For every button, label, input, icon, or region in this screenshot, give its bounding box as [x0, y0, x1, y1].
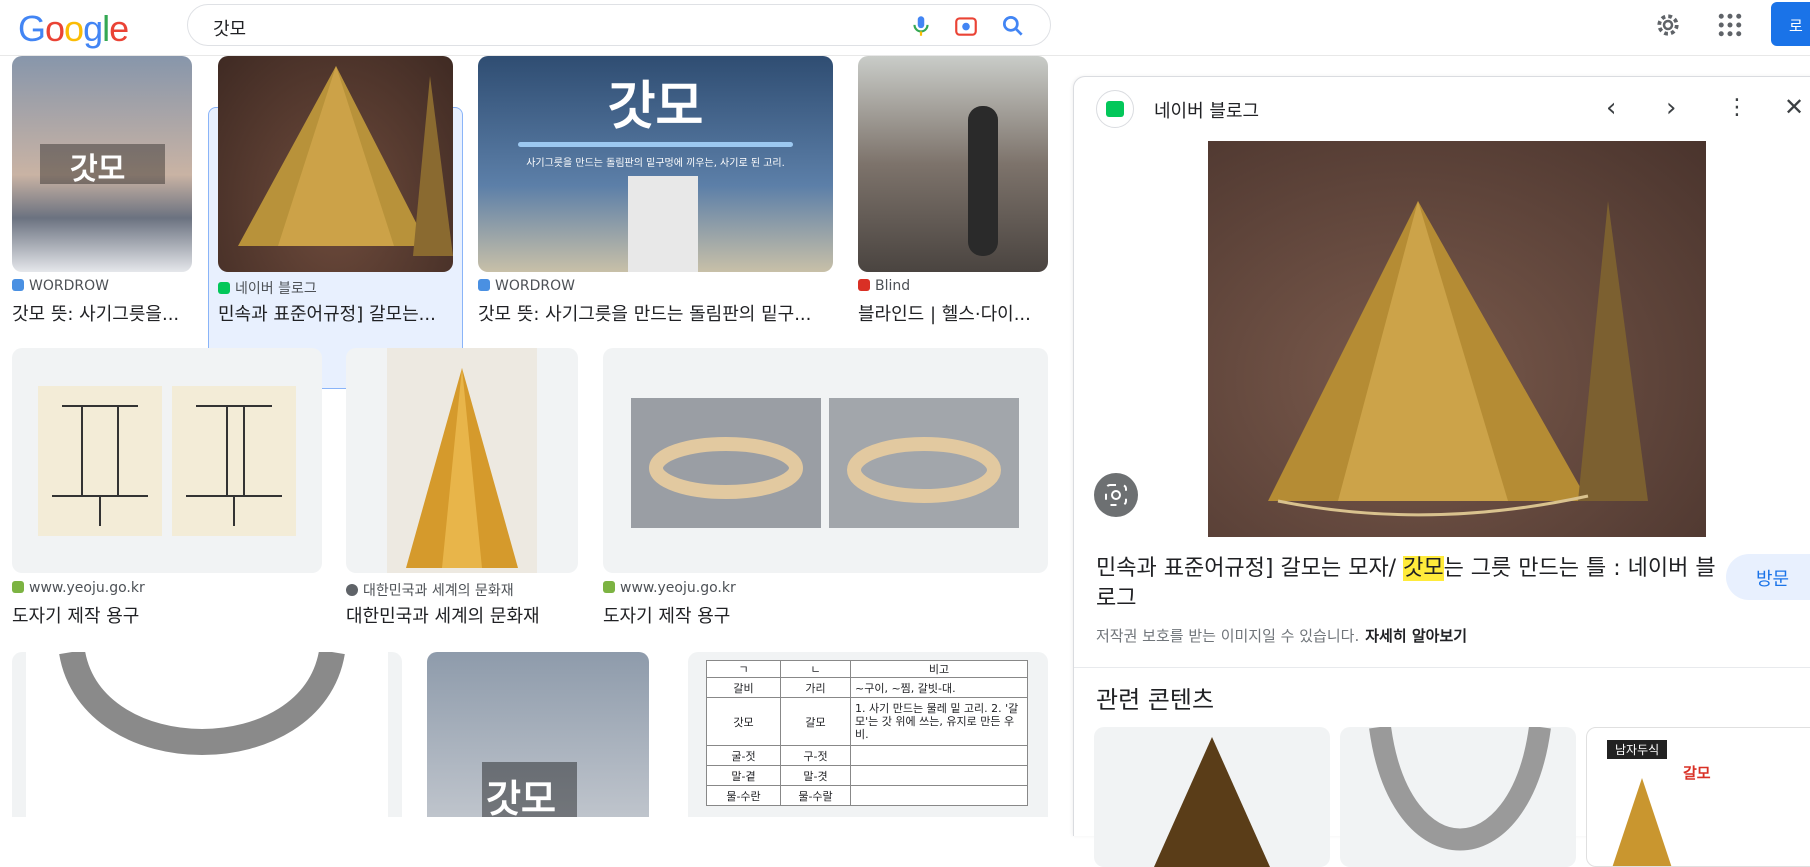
result-image[interactable]: 갓모 사기그릇을 만드는 돌림판의 밑구멍에 끼우는, 사기로 된 고리.	[478, 56, 833, 272]
related-item[interactable]	[1094, 727, 1330, 867]
title-text: 민속과 표준어규정] 갈모는 모자/	[1096, 556, 1404, 581]
close-icon[interactable]: ✕	[1784, 93, 1804, 121]
result-source: WORDROW	[29, 278, 109, 294]
result-title[interactable]: 민속과 표준어규정] 갈모는...	[218, 300, 450, 326]
wordrow-favicon-icon	[12, 279, 24, 291]
hat-image-graphic	[1154, 737, 1270, 867]
result-source: WORDROW	[495, 278, 575, 294]
yeoju-favicon-icon	[12, 581, 24, 593]
panel-title[interactable]: 민속과 표준어규정] 갈모는 모자/ 갓모는 그릇 만드는 틀 : 네이버 블로…	[1096, 554, 1716, 614]
yeoju-favicon-icon	[603, 581, 615, 593]
metal-ring-sketch	[1369, 727, 1551, 851]
person-figure-graphic	[968, 106, 998, 256]
gear-icon[interactable]	[1653, 10, 1683, 40]
result-source: www.yeoju.go.kr	[29, 580, 145, 596]
image-divider	[518, 142, 793, 147]
result-image[interactable]: 갓모	[12, 56, 192, 272]
result-image[interactable]	[346, 348, 578, 573]
result-image[interactable]: ㄱㄴ 비고 갈비 가리 ~구이, ~찜, 갈빗-대. 갓모 갈모 1. 사기 만드는 물레…	[688, 652, 1048, 817]
result-title[interactable]: 갓모 뜻: 사기그릇을...	[12, 300, 192, 326]
camera-lens-icon[interactable]	[953, 13, 979, 39]
more-options-icon[interactable]: ⋮	[1726, 95, 1748, 120]
naver-favicon-icon	[218, 282, 230, 294]
image-results-grid: 갓모 WORDROW 갓모 뜻: 사기그릇을... 네이버 블로그 민속과 표준…	[0, 56, 1060, 817]
pottery-tool-drawing	[38, 386, 296, 536]
image-caption: 사기그릇을 만드는 돌림판의 밑구멍에 끼우는, 사기로 된 고리.	[526, 158, 785, 169]
divider	[1074, 667, 1810, 668]
visit-button[interactable]: 방문	[1726, 554, 1810, 600]
globe-icon	[346, 584, 358, 596]
related-item-title: 갈모	[1683, 764, 1711, 782]
result-title[interactable]: 도자기 제작 용구	[603, 602, 903, 628]
chevron-left-icon[interactable]: ‹	[1606, 93, 1616, 123]
google-logo[interactable]: Google	[18, 8, 129, 50]
image-overlay-text: 갓모	[482, 762, 577, 817]
result-title[interactable]: 블라인드 | 헬스·다이...	[858, 300, 1048, 326]
preview-image[interactable]	[1208, 141, 1706, 537]
related-item[interactable]	[1340, 727, 1576, 867]
result-source: 대한민국과 세계의 문화재	[363, 583, 514, 599]
ceramic-ring-photo	[631, 398, 1019, 528]
result-image[interactable]	[858, 56, 1048, 272]
panel-site-name[interactable]: 네이버 블로그	[1154, 97, 1259, 123]
blind-favicon-icon	[858, 279, 870, 291]
result-title[interactable]: 대한민국과 세계의 문화재	[346, 602, 578, 628]
hat-image-graphic	[238, 66, 453, 256]
result-image[interactable]: 갓모	[427, 652, 649, 817]
result-source: www.yeoju.go.kr	[620, 580, 736, 596]
learn-more-link[interactable]: 자세히 알아보기	[1365, 627, 1467, 645]
search-icon[interactable]	[1000, 13, 1026, 39]
copyright-text: 저작권 보호를 받는 이미지일 수 있습니다.	[1096, 627, 1360, 645]
lens-search-icon[interactable]	[1094, 473, 1138, 517]
title-highlight: 갓모	[1403, 556, 1444, 581]
result-image[interactable]	[603, 348, 1048, 573]
result-image[interactable]	[218, 56, 453, 272]
related-item[interactable]: 남자두식 갈모	[1586, 727, 1810, 867]
result-title[interactable]: 도자기 제작 용구	[12, 602, 312, 628]
word-comparison-table: ㄱㄴ 비고 갈비 가리 ~구이, ~찜, 갈빗-대. 갓모 갈모 1. 사기 만드는 물레…	[706, 660, 1028, 806]
image-overlay-text: 갓모	[40, 144, 165, 187]
windmill-graphic	[628, 176, 698, 272]
image-overlay-text: 갓모	[607, 77, 704, 137]
search-box[interactable]: 갓모	[187, 4, 1051, 46]
search-input[interactable]: 갓모	[213, 15, 246, 41]
result-title[interactable]: 갓모 뜻: 사기그릇을 만드는 돌림판의 밑구...	[478, 300, 833, 326]
apps-grid-icon[interactable]	[1715, 10, 1745, 40]
result-image[interactable]	[12, 652, 402, 817]
metal-ring-sketch	[26, 652, 388, 817]
microphone-icon[interactable]	[908, 13, 934, 39]
result-source: 네이버 블로그	[235, 281, 317, 297]
top-bar: Google 갓모 로	[0, 0, 1810, 56]
naver-blog-favicon-icon	[1096, 90, 1134, 128]
wordrow-favicon-icon	[478, 279, 490, 291]
result-source: Blind	[875, 278, 911, 294]
related-content-heading: 관련 콘텐츠	[1096, 686, 1215, 714]
hat-image-graphic	[1612, 778, 1672, 866]
result-image[interactable]	[12, 348, 322, 573]
hat-image-graphic	[1268, 201, 1648, 517]
image-preview-panel: 네이버 블로그 ‹ › ⋮ ✕ 민속과 표준어규정] 갈모는 모자/ 갓모는 그…	[1073, 76, 1810, 867]
conical-hat-photo	[387, 348, 537, 573]
copyright-note: 저작권 보호를 받는 이미지일 수 있습니다. 자세히 알아보기	[1096, 625, 1467, 646]
login-button[interactable]: 로	[1771, 2, 1810, 46]
chevron-right-icon[interactable]: ›	[1666, 93, 1676, 123]
related-item-label: 남자두식	[1607, 740, 1668, 759]
